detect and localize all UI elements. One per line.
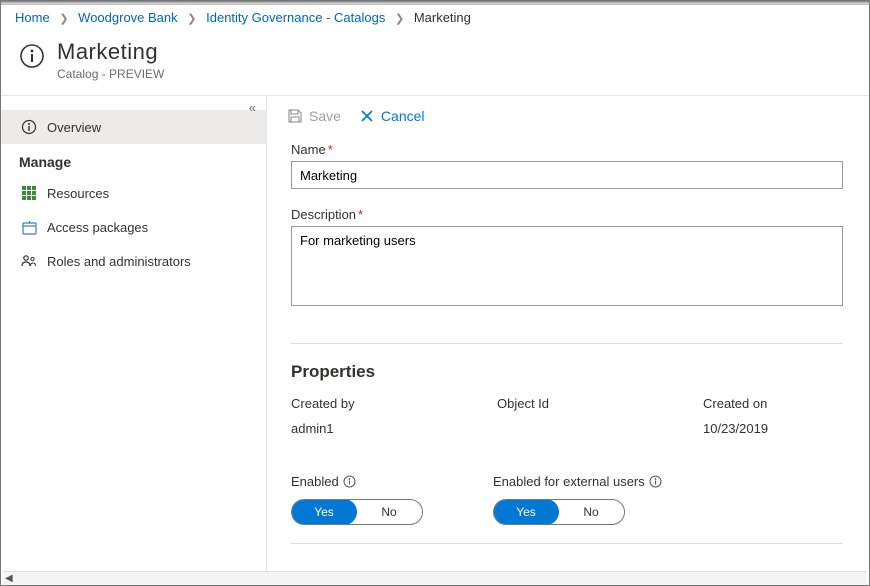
grid-icon	[19, 186, 39, 200]
sidebar-item-label: Roles and administrators	[47, 254, 191, 269]
sidebar-item-roles-admins[interactable]: Roles and administrators	[1, 244, 266, 278]
enabled-external-toggle[interactable]: Yes No	[493, 499, 625, 525]
object-id-label: Object Id	[497, 396, 647, 411]
divider	[291, 343, 843, 344]
people-icon	[19, 253, 39, 269]
sidebar-group-manage: Manage	[1, 144, 266, 176]
enabled-label: Enabled	[291, 474, 423, 489]
page-subtitle: Catalog - PREVIEW	[57, 67, 164, 81]
divider	[291, 543, 843, 544]
properties-grid: Created by admin1 Object Id Created on 1…	[291, 396, 845, 436]
breadcrumb: Home ❯ Woodgrove Bank ❯ Identity Governa…	[1, 5, 869, 31]
toggle-yes[interactable]: Yes	[291, 499, 357, 525]
created-by-value: admin1	[291, 421, 441, 436]
scroll-left-icon[interactable]: ◀	[5, 573, 13, 584]
breadcrumb-section[interactable]: Identity Governance - Catalogs	[206, 10, 385, 25]
package-icon	[19, 220, 39, 235]
sidebar-item-label: Overview	[47, 120, 101, 135]
horizontal-scrollbar[interactable]: ◀	[3, 571, 867, 585]
collapse-sidebar-icon[interactable]: «	[249, 100, 256, 115]
properties-heading: Properties	[291, 362, 845, 382]
save-button[interactable]: Save	[287, 108, 341, 124]
description-label: Description*	[291, 207, 845, 222]
chevron-right-icon: ❯	[59, 13, 68, 25]
enabled-external-label: Enabled for external users	[493, 474, 662, 489]
info-icon[interactable]	[343, 475, 356, 488]
sidebar-item-label: Resources	[47, 186, 109, 201]
sidebar-item-overview[interactable]: Overview	[1, 110, 266, 144]
toggle-no[interactable]: No	[356, 500, 422, 524]
description-input[interactable]	[291, 226, 843, 306]
info-icon	[19, 43, 45, 69]
sidebar: « Overview Manage Resources Access packa…	[1, 96, 267, 578]
created-on-value: 10/23/2019	[703, 421, 853, 436]
sidebar-item-label: Access packages	[47, 220, 148, 235]
sidebar-item-access-packages[interactable]: Access packages	[1, 210, 266, 244]
created-on-label: Created on	[703, 396, 853, 411]
cancel-label: Cancel	[381, 108, 425, 124]
required-asterisk: *	[358, 207, 363, 222]
toolbar: Save Cancel	[267, 96, 869, 136]
info-icon[interactable]	[649, 475, 662, 488]
chevron-right-icon: ❯	[187, 13, 196, 25]
page-header: Marketing Catalog - PREVIEW	[1, 31, 869, 96]
cancel-button[interactable]: Cancel	[359, 108, 425, 124]
toggle-no[interactable]: No	[558, 500, 624, 524]
breadcrumb-home[interactable]: Home	[15, 10, 50, 25]
breadcrumb-current: Marketing	[414, 10, 471, 25]
save-icon	[287, 108, 303, 124]
chevron-right-icon: ❯	[395, 13, 404, 25]
breadcrumb-org[interactable]: Woodgrove Bank	[78, 10, 178, 25]
save-label: Save	[309, 108, 341, 124]
page-title: Marketing	[57, 39, 164, 65]
sidebar-item-resources[interactable]: Resources	[1, 176, 266, 210]
required-asterisk: *	[328, 142, 333, 157]
name-label: Name*	[291, 142, 845, 157]
info-icon	[19, 119, 39, 135]
close-icon	[359, 108, 375, 124]
enabled-toggle[interactable]: Yes No	[291, 499, 423, 525]
created-by-label: Created by	[291, 396, 441, 411]
toggle-yes[interactable]: Yes	[493, 499, 559, 525]
name-input[interactable]	[291, 161, 843, 189]
main-content: Save Cancel Name* Description* Propertie…	[267, 96, 869, 578]
